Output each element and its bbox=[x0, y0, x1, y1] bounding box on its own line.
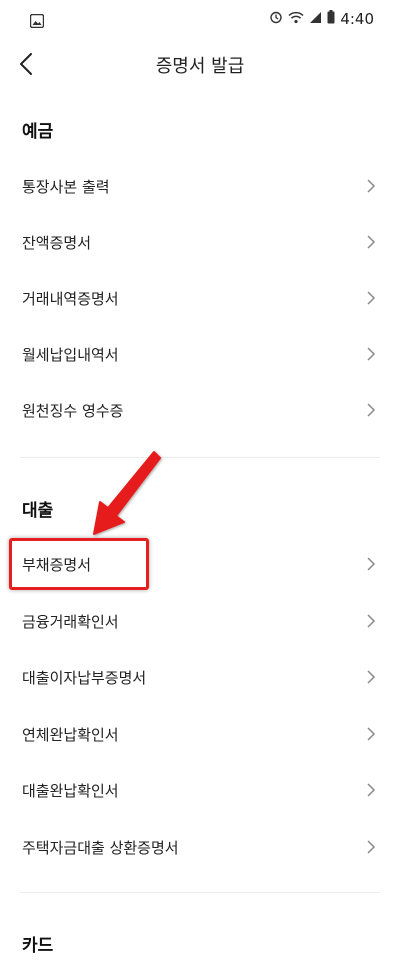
item-label: 월세납입내역서 bbox=[22, 345, 119, 364]
section-title-loan: 대출 bbox=[22, 501, 54, 521]
section-title-card: 카드 bbox=[22, 936, 54, 956]
status-time: 4:40 bbox=[340, 10, 374, 28]
list-item[interactable]: 주택자금대출 상환증명서 bbox=[0, 819, 400, 875]
section-divider bbox=[20, 892, 380, 893]
status-bar: 4:40 bbox=[0, 0, 400, 42]
list-item[interactable]: 잔액증명서 bbox=[0, 214, 400, 270]
chevron-right-icon bbox=[367, 235, 376, 249]
item-label: 원천징수 영수증 bbox=[22, 401, 124, 420]
chevron-right-icon bbox=[367, 670, 376, 684]
item-label: 대출이자납부증명서 bbox=[22, 668, 147, 687]
status-icons: 4:40 bbox=[269, 10, 374, 28]
item-label: 주택자금대출 상환증명서 bbox=[22, 838, 179, 857]
alarm-icon bbox=[269, 10, 283, 28]
item-label: 거래내역증명서 bbox=[22, 289, 119, 308]
list-item[interactable]: 통장사본 출력 bbox=[0, 158, 400, 214]
chevron-right-icon bbox=[367, 403, 376, 417]
item-label: 잔액증명서 bbox=[22, 233, 92, 252]
battery-icon bbox=[327, 10, 335, 28]
list-item[interactable]: 대출완납확인서 bbox=[0, 762, 400, 818]
list-item[interactable]: 거래내역증명서 bbox=[0, 270, 400, 326]
chevron-right-icon bbox=[367, 347, 376, 361]
chevron-right-icon bbox=[367, 727, 376, 741]
chevron-right-icon bbox=[367, 291, 376, 305]
signal-icon bbox=[309, 10, 322, 28]
list-item[interactable]: 월세납입내역서 bbox=[0, 326, 400, 382]
annotation-highlight-box bbox=[9, 538, 149, 590]
chevron-right-icon bbox=[367, 557, 376, 571]
item-label: 대출완납확인서 bbox=[22, 781, 119, 800]
chevron-right-icon bbox=[367, 783, 376, 797]
wifi-icon bbox=[288, 10, 304, 28]
annotation-arrow-icon bbox=[93, 451, 161, 535]
section-divider bbox=[20, 457, 380, 458]
list-item[interactable]: 대출이자납부증명서 bbox=[0, 649, 400, 705]
item-label: 연체완납확인서 bbox=[22, 725, 119, 744]
chevron-right-icon bbox=[367, 840, 376, 854]
app-header: 증명서 발급 bbox=[0, 42, 400, 86]
chevron-right-icon bbox=[367, 614, 376, 628]
item-label: 통장사본 출력 bbox=[22, 177, 110, 196]
list-item[interactable]: 원천징수 영수증 bbox=[0, 382, 400, 438]
item-label: 금융거래확인서 bbox=[22, 612, 119, 631]
section-title-deposit: 예금 bbox=[22, 122, 54, 142]
gallery-notification-icon bbox=[29, 13, 45, 32]
page-title: 증명서 발급 bbox=[155, 56, 245, 77]
chevron-right-icon bbox=[367, 179, 376, 193]
list-item[interactable]: 연체완납확인서 bbox=[0, 706, 400, 762]
list-item[interactable]: 금융거래확인서 bbox=[0, 593, 400, 649]
